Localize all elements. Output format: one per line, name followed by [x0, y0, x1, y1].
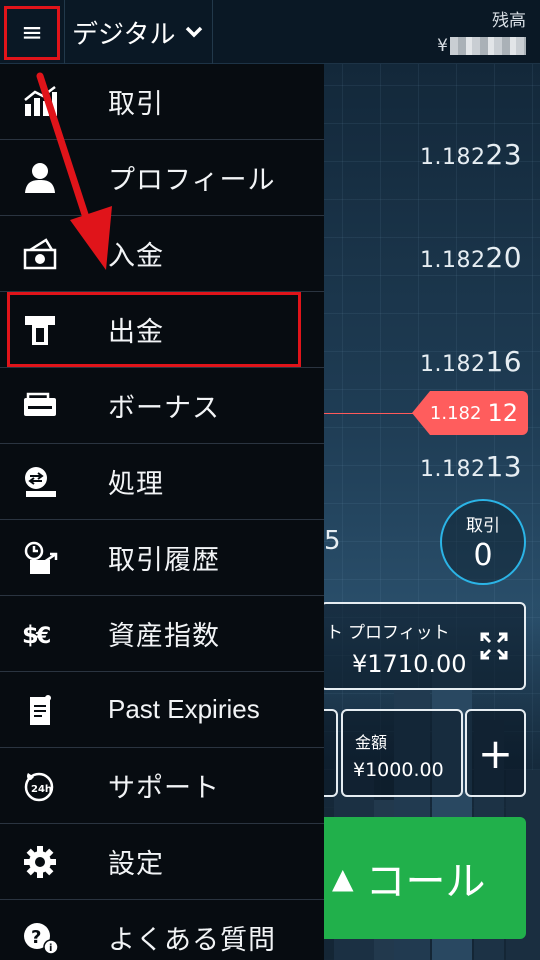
profit-panel[interactable]: ト プロフィット ¥1710.00: [320, 602, 526, 690]
price-level: 1.18220: [420, 241, 522, 274]
amount-plus-button[interactable]: +: [465, 709, 526, 797]
amount-field[interactable]: 金額 ¥1000.00: [341, 709, 463, 797]
menu-item-label: Past Expiries: [108, 694, 260, 724]
side-menu: 取引 プロフィール 入金 出金 ボーナス 処理 取引履歴 $ € 資産指数 Pa…: [0, 64, 324, 960]
menu-item-label: 出金: [108, 317, 164, 348]
menu-item-label: 取引履歴: [108, 545, 220, 576]
user-icon: [25, 163, 55, 193]
chart-icon: [24, 86, 57, 116]
price-level: 1.18213: [420, 450, 522, 483]
price-tail: 16: [485, 345, 523, 378]
asset-index-icon: $ €: [22, 621, 51, 649]
top-bar: ≡ デジタル 残高 ¥: [0, 0, 540, 64]
current-price-tag: 1.182 12: [412, 391, 528, 435]
menu-item-past-expiries[interactable]: Past Expiries: [0, 672, 324, 748]
menu-item-asset-index[interactable]: $ € 資産指数: [0, 596, 324, 672]
menu-item-label: プロフィール: [108, 165, 276, 196]
menu-item-faq[interactable]: ? i よくある質問: [0, 900, 324, 960]
svg-text:i: i: [49, 943, 52, 954]
partial-value: 5: [324, 526, 341, 556]
balance-currency: ¥: [437, 36, 448, 56]
price-tail: 23: [485, 138, 523, 171]
chevron-down-icon: [186, 26, 203, 38]
price-tail: 20: [485, 241, 523, 274]
menu-item-label: よくある質問: [108, 925, 276, 956]
app-screen: 1.18223 1.18220 1.18216 1.18213 1.182 12 …: [0, 0, 540, 960]
divider: [212, 0, 213, 64]
balance-value: ¥: [437, 34, 526, 58]
open-trades-counter[interactable]: 取引 0: [440, 499, 526, 585]
processing-icon: [25, 467, 56, 497]
menu-item-withdraw[interactable]: 出金: [0, 292, 324, 368]
balance-redacted: [450, 37, 526, 55]
menu-item-trade[interactable]: 取引: [0, 64, 324, 140]
menu-item-profile[interactable]: プロフィール: [0, 140, 324, 216]
faq-icon: ? i: [24, 923, 58, 955]
svg-text:24h: 24h: [31, 784, 52, 795]
menu-item-bonus[interactable]: ボーナス: [0, 368, 324, 444]
open-trades-label: 取引: [466, 516, 500, 536]
menu-item-trade-history[interactable]: 取引履歴: [0, 520, 324, 596]
deposit-icon: [23, 238, 57, 270]
support-24h-icon: 24h: [24, 772, 54, 802]
svg-text:?: ?: [31, 927, 41, 948]
current-price-tail: 12: [487, 399, 518, 427]
menu-item-label: 資産指数: [108, 621, 220, 652]
hamburger-menu-button[interactable]: ≡: [4, 6, 60, 60]
menu-item-deposit[interactable]: 入金: [0, 216, 324, 292]
withdraw-atm-icon: [25, 316, 55, 345]
profit-value: ¥1710.00: [352, 650, 467, 678]
bonus-icon: [24, 392, 56, 416]
price-level: 1.18216: [420, 345, 522, 378]
price-main: 1.182: [420, 248, 486, 273]
gear-icon: [24, 846, 56, 878]
price-level: 1.18223: [420, 138, 522, 171]
price-main: 1.182: [420, 352, 486, 377]
menu-item-label: サポート: [108, 773, 220, 804]
menu-item-settings[interactable]: 設定: [0, 824, 324, 900]
document-icon: [30, 695, 51, 725]
menu-item-label: 処理: [108, 469, 164, 500]
svg-text:€: €: [35, 624, 51, 649]
menu-item-label: 設定: [108, 849, 164, 880]
menu-item-processing[interactable]: 処理: [0, 444, 324, 520]
asset-type-label: デジタル: [72, 19, 176, 50]
current-price-main: 1.182: [429, 402, 482, 424]
profit-label-prefix: ト: [326, 623, 343, 643]
amount-value: ¥1000.00: [353, 759, 444, 781]
asset-type-dropdown[interactable]: デジタル: [72, 12, 203, 52]
price-main: 1.182: [420, 457, 486, 482]
call-label: コール: [365, 859, 486, 905]
menu-item-label: 入金: [108, 241, 164, 272]
history-icon: [24, 541, 58, 574]
balance-label: 残高: [492, 11, 526, 31]
open-trades-count: 0: [473, 538, 493, 573]
amount-label: 金額: [355, 733, 388, 752]
expand-icon[interactable]: [478, 630, 510, 662]
menu-item-label: 取引: [108, 89, 164, 120]
price-main: 1.182: [420, 145, 486, 170]
divider: [64, 0, 65, 64]
menu-item-label: ボーナス: [108, 393, 220, 424]
call-button[interactable]: ▲ コール: [324, 817, 526, 939]
up-triangle-icon: ▲: [332, 861, 354, 895]
menu-item-support[interactable]: 24h サポート: [0, 748, 324, 824]
hamburger-icon: ≡: [21, 18, 43, 48]
profit-label: プロフィット: [348, 623, 450, 643]
price-tail: 13: [485, 450, 523, 483]
